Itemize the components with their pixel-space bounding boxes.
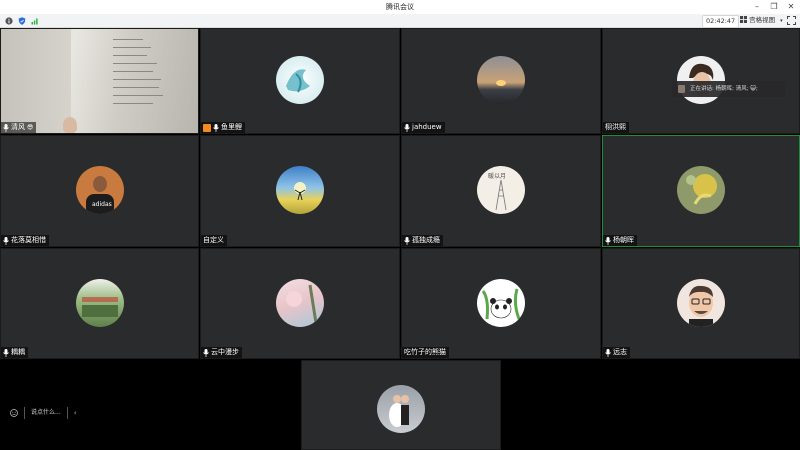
participant-tile-6[interactable]: 自定义 xyxy=(200,135,400,247)
maximize-icon[interactable]: ❐ xyxy=(767,0,781,14)
mic-icon xyxy=(3,123,9,132)
speaking-indicator: 正在讲话: 杨朝晖; 清风; 😺; xyxy=(672,81,785,97)
video-feed xyxy=(1,29,198,133)
participant-tile-11[interactable]: 吃竹子的熊猫 xyxy=(401,248,601,359)
shield-icon[interactable] xyxy=(18,17,26,25)
fullscreen-icon[interactable] xyxy=(787,16,796,25)
participant-nametag: jahduew xyxy=(402,122,445,133)
window-title: 腾讯会议 xyxy=(386,3,414,11)
participant-tile-9[interactable]: 耦耦 xyxy=(0,248,199,359)
divider xyxy=(66,407,68,419)
participant-tile-8[interactable]: 杨朝晖 xyxy=(602,135,800,247)
avatar xyxy=(677,166,725,214)
view-mode-label: 宫格视图 xyxy=(749,16,776,24)
divider xyxy=(24,407,25,419)
avatar: adidas xyxy=(75,166,124,214)
collapse-chevron-icon[interactable]: ‹ xyxy=(74,406,77,420)
participant-nametag: 清风 😎 xyxy=(1,122,37,133)
participant-nametag: 远志 xyxy=(603,347,630,358)
avatar: 暖以月 xyxy=(477,166,525,214)
close-icon[interactable]: ✕ xyxy=(784,0,798,14)
meeting-timer: 02:42:47 xyxy=(702,15,740,28)
avatar xyxy=(677,278,725,327)
mic-icon xyxy=(605,348,611,357)
participant-tile-10[interactable]: 云中漫步 xyxy=(200,248,400,359)
grid-view-icon xyxy=(740,16,747,23)
info-icon[interactable] xyxy=(5,17,13,25)
avatar xyxy=(276,278,324,327)
host-badge-icon xyxy=(203,123,211,132)
svg-text:adidas: adidas xyxy=(92,201,112,208)
participant-tile-5[interactable]: adidas 花落莫相惜 xyxy=(0,135,199,247)
avatar-art-text: 暖以月 xyxy=(488,172,506,180)
title-bar: 腾讯会议 xyxy=(0,0,800,14)
avatar xyxy=(377,385,425,433)
view-mode-button[interactable]: 宫格视图 ▾ xyxy=(738,15,785,26)
mic-icon xyxy=(203,348,209,357)
participant-tile-3[interactable]: jahduew xyxy=(401,28,601,134)
participant-tile-12[interactable]: 远志 xyxy=(602,248,800,359)
meeting-toolbar: 02:42:47 宫格视图 ▾ xyxy=(0,14,800,28)
participant-nametag: 吃竹子的熊猫 xyxy=(402,347,449,358)
chat-input[interactable]: 说点什么... xyxy=(31,406,61,420)
avatar xyxy=(276,166,324,214)
participant-nametag: 云中漫步 xyxy=(201,347,242,358)
chat-input-bar[interactable]: 说点什么... ‹ xyxy=(10,406,77,420)
participant-nametag: 耦耦 xyxy=(1,347,28,358)
participant-nametag: 孤独成瘾 xyxy=(402,235,443,246)
mic-icon xyxy=(213,123,219,132)
mic-icon xyxy=(404,236,410,245)
mic-icon xyxy=(404,123,410,132)
speaker-icon xyxy=(678,85,685,93)
avatar xyxy=(477,278,525,327)
chevron-down-icon: ▾ xyxy=(780,18,783,24)
signal-icon[interactable] xyxy=(31,17,39,25)
participant-tile-1[interactable]: 清风 😎 xyxy=(0,28,199,134)
avatar xyxy=(477,56,525,104)
avatar xyxy=(276,56,324,104)
glasses-emoji-icon: 😎 xyxy=(27,124,34,131)
participant-nametag: 自定义 xyxy=(201,235,227,246)
participant-nametag: 杨朝晖 xyxy=(603,235,637,246)
minimize-icon[interactable]: – xyxy=(750,0,764,14)
participant-tile-13[interactable] xyxy=(301,360,501,450)
participant-nametag: 花落莫相惜 xyxy=(1,235,49,246)
mic-icon xyxy=(3,348,9,357)
participant-tile-2[interactable]: 鱼里鲤 xyxy=(200,28,400,134)
mic-icon xyxy=(605,236,611,245)
participant-tile-7[interactable]: 暖以月 孤独成瘾 xyxy=(401,135,601,247)
avatar xyxy=(75,278,124,327)
participant-nametag: 栩洪熙 xyxy=(603,122,629,133)
mic-icon xyxy=(3,236,9,245)
participant-nametag: 鱼里鲤 xyxy=(201,122,245,133)
emoji-icon[interactable] xyxy=(10,409,18,417)
